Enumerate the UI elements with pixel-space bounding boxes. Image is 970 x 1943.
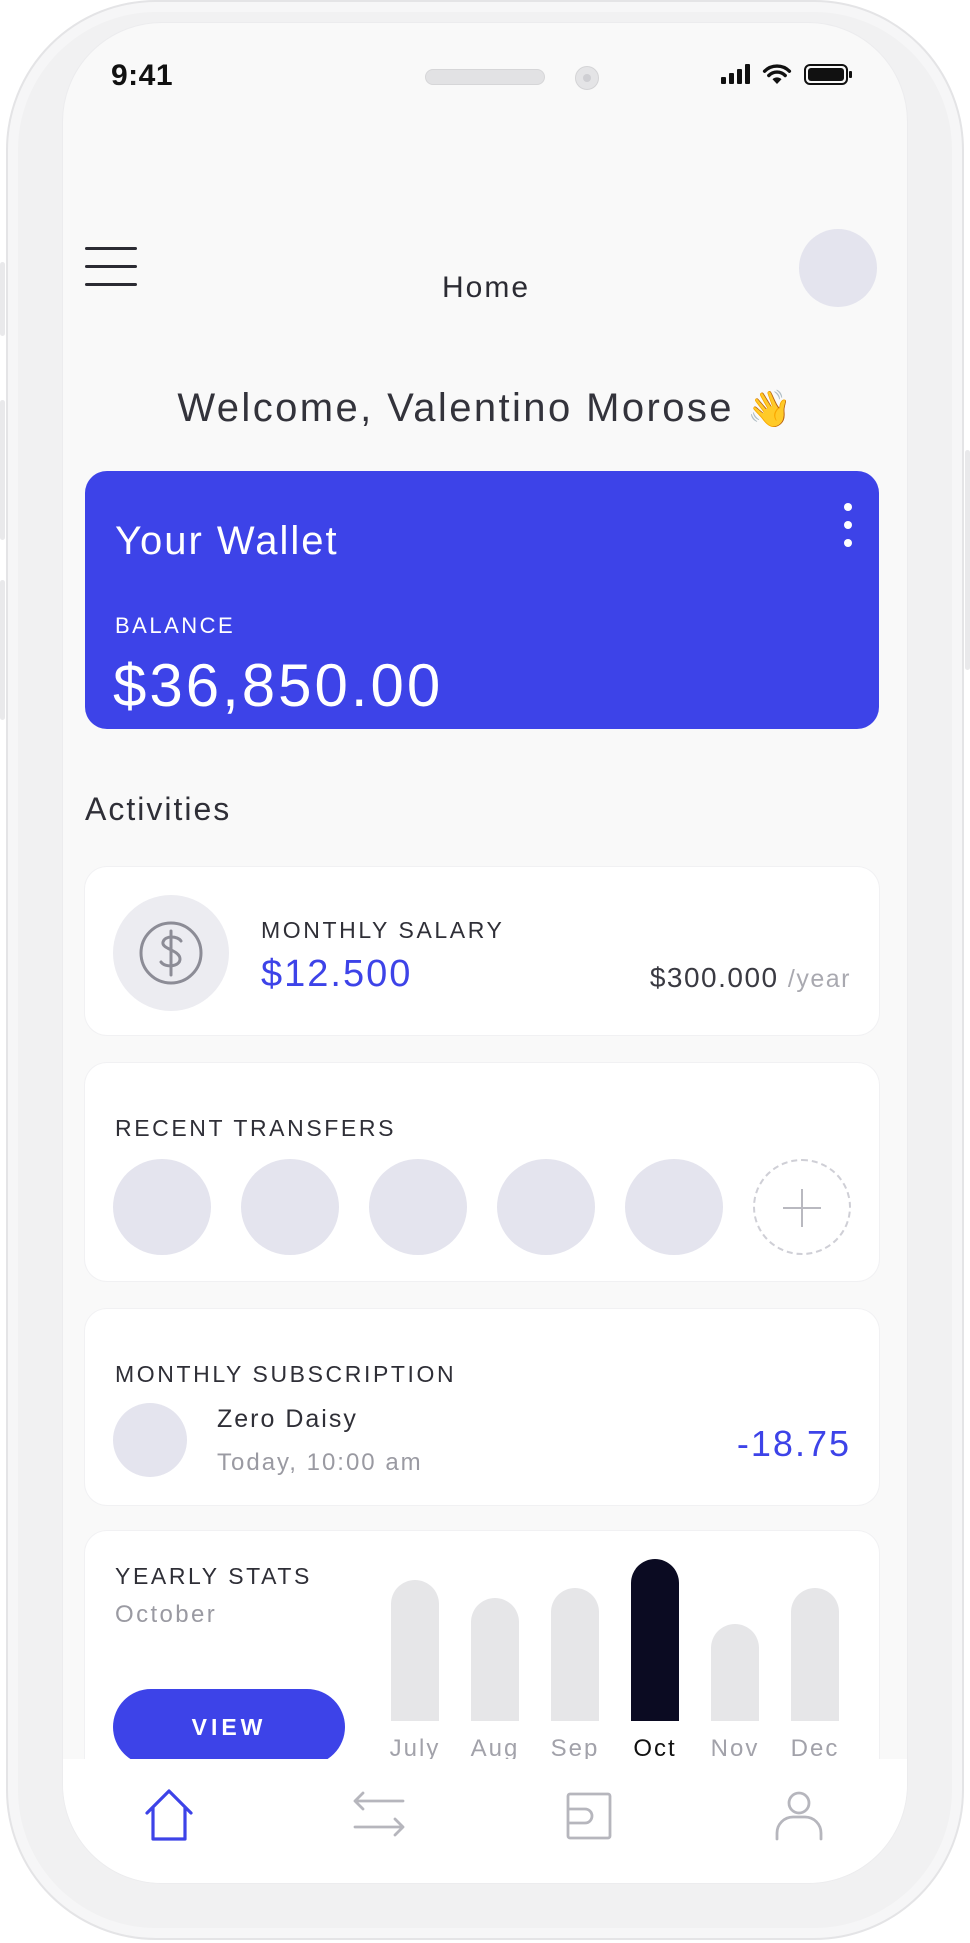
tab-home[interactable] (139, 1785, 199, 1845)
wallet-icon (566, 1792, 612, 1840)
selected-month: October (115, 1601, 218, 1628)
stats-bar-dec[interactable] (791, 1588, 839, 1721)
profile-avatar[interactable] (799, 229, 877, 307)
more-options-icon[interactable] (839, 503, 857, 547)
subscription-time: Today, 10:00 am (217, 1449, 423, 1476)
subscription-avatar (113, 1403, 187, 1477)
stats-bar-july[interactable] (391, 1580, 439, 1721)
tab-transfers[interactable] (349, 1785, 409, 1845)
subscription-amount: -18.75 (736, 1423, 851, 1464)
subscription-label: MONTHLY SUBSCRIPTION (115, 1361, 457, 1387)
recent-transfers-label: RECENT TRANSFERS (115, 1115, 397, 1141)
stats-bar-aug[interactable] (471, 1598, 519, 1721)
subscription-name: Zero Daisy (217, 1405, 358, 1433)
waving-hand-icon: 👋 (747, 388, 795, 429)
transfer-contact-avatar[interactable] (625, 1159, 723, 1255)
tab-wallet[interactable] (559, 1785, 619, 1845)
subscription-card[interactable]: MONTHLY SUBSCRIPTION Zero Daisy Today, 1… (85, 1309, 879, 1505)
welcome-text: Welcome, Valentino Morose (177, 386, 734, 430)
wifi-icon (762, 64, 792, 84)
power-button (965, 450, 970, 670)
salary-label: MONTHLY SALARY (261, 917, 505, 943)
yearly-salary-amount: $300.000 (649, 962, 779, 993)
monthly-salary-amount: $12.500 (261, 953, 413, 995)
front-camera (575, 66, 599, 90)
speaker (425, 69, 545, 85)
transfer-contact-avatar[interactable] (369, 1159, 467, 1255)
battery-icon (804, 63, 852, 85)
activities-heading: Activities (85, 791, 232, 827)
stats-bar-sep[interactable] (551, 1588, 599, 1721)
silent-switch (0, 262, 5, 336)
profile-icon (775, 1791, 823, 1841)
status-icons (721, 63, 852, 85)
home-icon (145, 1789, 193, 1841)
transfer-contact-avatar[interactable] (113, 1159, 211, 1255)
wallet-card[interactable]: Your Wallet BALANCE $36,850.00 (85, 471, 879, 729)
salary-icon-circle (113, 895, 229, 1011)
bottom-tab-bar (63, 1759, 907, 1883)
wallet-title: Your Wallet (115, 519, 339, 563)
view-button[interactable]: VIEW (113, 1689, 345, 1765)
yearly-salary: $300.000 /year (650, 962, 851, 994)
volume-up-button (0, 400, 5, 540)
yearly-stats-card: YEARLY STATS October VIEW July Aug Sep Oct N… (85, 1531, 879, 1791)
transfer-contacts (113, 1159, 851, 1255)
yearly-stats-label: YEARLY STATS (115, 1563, 312, 1589)
volume-down-button (0, 580, 5, 720)
recent-transfers-card: RECENT TRANSFERS (85, 1063, 879, 1281)
cellular-signal-icon (721, 64, 750, 84)
add-contact-button[interactable] (753, 1159, 851, 1255)
page-title: Home (441, 271, 531, 304)
balance-amount: $36,850.00 (113, 652, 444, 719)
transfer-contact-avatar[interactable] (497, 1159, 595, 1255)
stats-bar-oct[interactable] (631, 1559, 679, 1721)
transfer-contact-avatar[interactable] (241, 1159, 339, 1255)
transfer-icon (353, 1791, 405, 1837)
yearly-unit: /year (787, 965, 851, 993)
stats-bar-nov[interactable] (711, 1624, 759, 1721)
dollar-coin-icon (139, 921, 203, 985)
welcome-message: Welcome, Valentino Morose 👋 (63, 386, 907, 431)
salary-card[interactable]: MONTHLY SALARY $12.500 $300.000 /year (85, 867, 879, 1035)
tab-profile[interactable] (769, 1785, 829, 1845)
app-screen: 9:41 Home Welcome, Valentino Morose 👋 Yo… (62, 22, 908, 1884)
balance-label: BALANCE (115, 613, 236, 638)
status-time: 9:41 (111, 59, 174, 92)
